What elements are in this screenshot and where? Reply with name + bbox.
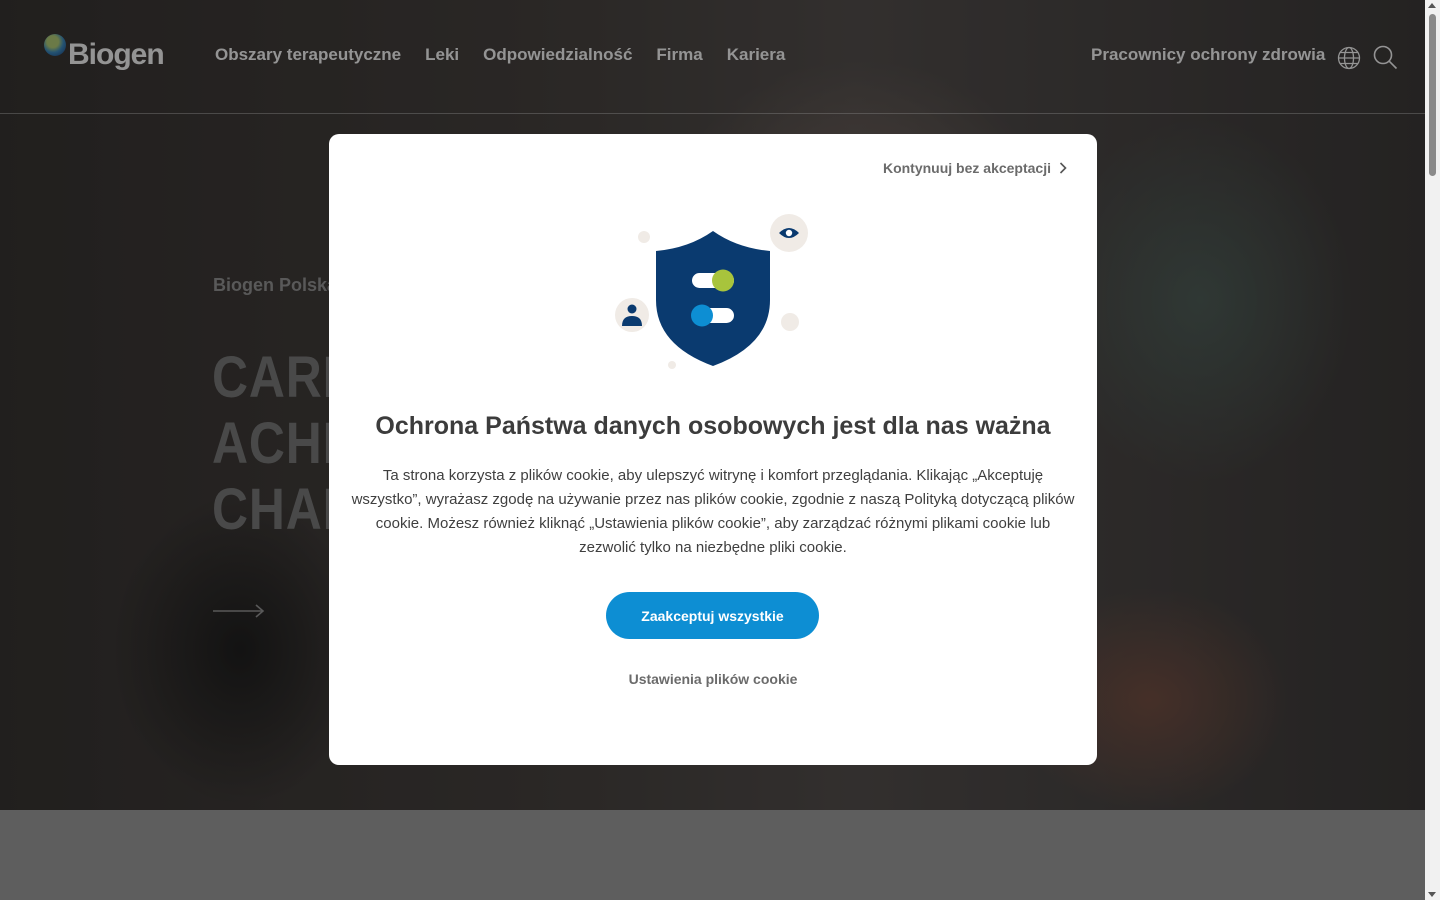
user-icon: [615, 298, 649, 332]
page-scrollbar[interactable]: [1425, 0, 1440, 900]
cookie-consent-modal: Kontynuuj bez akceptacji Ochrona Państwa: [329, 134, 1097, 765]
chevron-right-icon: [1059, 162, 1067, 174]
decor-dot: [781, 313, 799, 331]
scrollbar-thumb[interactable]: [1429, 14, 1436, 176]
scroll-down-arrow-icon[interactable]: [1428, 892, 1436, 897]
accept-all-button[interactable]: Zaakceptuj wszystkie: [606, 592, 819, 639]
decor-dot: [668, 361, 676, 369]
privacy-shield-illustration: [615, 214, 808, 369]
shield-icon: [656, 231, 770, 366]
continue-without-accepting-link[interactable]: Kontynuuj bez akceptacji: [883, 160, 1067, 176]
scroll-up-arrow-icon[interactable]: [1428, 3, 1436, 8]
cookie-settings-link[interactable]: Ustawienia plików cookie: [329, 671, 1097, 687]
modal-description: Ta strona korzysta z plików cookie, aby …: [351, 467, 1075, 556]
modal-title: Ochrona Państwa danych osobowych jest dl…: [375, 412, 1051, 440]
eye-icon: [770, 214, 808, 252]
decor-dot: [638, 231, 650, 243]
continue-without-accepting-label: Kontynuuj bez akceptacji: [882, 160, 1051, 176]
page-section-below: [0, 810, 1425, 900]
